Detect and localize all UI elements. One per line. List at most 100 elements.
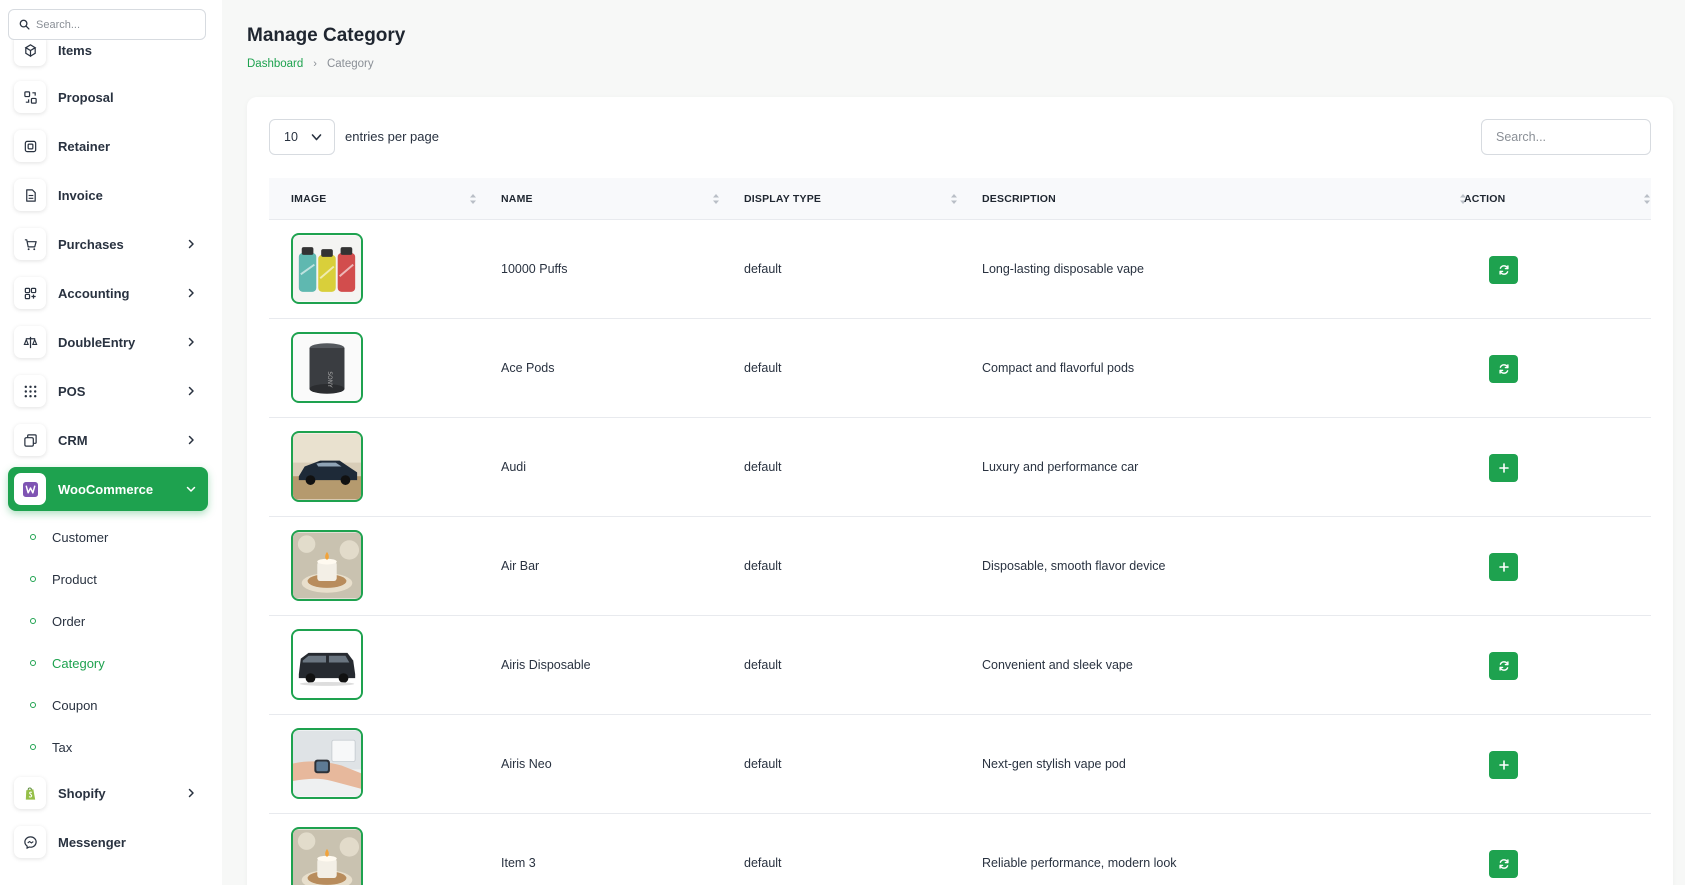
- woocommerce-icon: [14, 473, 46, 505]
- page-title: Manage Category: [247, 25, 406, 46]
- add-category-button[interactable]: [1489, 454, 1518, 482]
- add-category-button[interactable]: [1489, 751, 1518, 779]
- column-header-description[interactable]: DESCRIPTION: [982, 178, 1056, 220]
- sidebar-item-messenger[interactable]: Messenger: [8, 820, 208, 864]
- grid-icon: [14, 375, 46, 407]
- plus-icon: [1498, 760, 1509, 770]
- sync-icon: [1498, 859, 1509, 869]
- sidebar-subitem-label: Tax: [52, 739, 73, 755]
- column-header-image[interactable]: IMAGE: [291, 178, 326, 220]
- breadcrumb-dashboard-link[interactable]: Dashboard: [247, 58, 303, 70]
- sidebar-item-label: CRM: [58, 432, 88, 448]
- table-row: 10000 Puffs default Long-lasting disposabl…: [269, 220, 1651, 319]
- sidebar-item-crm[interactable]: CRM: [8, 418, 208, 462]
- table-header: IMAGE NAME DISPLAY TYPE DESCRIPTION ACTION: [269, 178, 1651, 220]
- category-image: [291, 629, 363, 700]
- column-header-action[interactable]: ACTION: [1464, 178, 1505, 220]
- category-image: [291, 728, 363, 799]
- sidebar-subitem-coupon[interactable]: Coupon: [30, 693, 98, 717]
- sync-category-button[interactable]: [1489, 652, 1518, 680]
- bullet-icon: [30, 660, 36, 666]
- category-image: [291, 530, 363, 601]
- chevron-right-icon: [188, 337, 194, 347]
- table-search-input[interactable]: [1481, 119, 1651, 155]
- breadcrumb: Dashboard › Category: [247, 58, 374, 70]
- sidebar-subitem-category[interactable]: Category: [30, 651, 105, 675]
- svg-text:SONY: SONY: [326, 371, 332, 388]
- chevron-down-icon: [186, 486, 196, 492]
- sidebar-item-accounting[interactable]: Accounting: [8, 271, 208, 315]
- entries-per-page-select[interactable]: 10: [269, 119, 335, 155]
- add-category-button[interactable]: [1489, 553, 1518, 581]
- column-header-display-type[interactable]: DISPLAY TYPE: [744, 178, 821, 220]
- bullet-icon: [30, 618, 36, 624]
- table-row: Air Bar default Disposable, smooth flavor …: [269, 517, 1651, 616]
- category-display-type: default: [744, 559, 782, 573]
- chevron-right-icon: [188, 288, 194, 298]
- category-description: Long-lasting disposable vape: [982, 262, 1144, 276]
- sidebar: Items Proposal Retainer Invoice Purchases Acc…: [0, 0, 222, 885]
- sync-icon: [1498, 364, 1509, 374]
- sidebar-item-purchases[interactable]: Purchases: [8, 222, 208, 266]
- sidebar-item-retainer[interactable]: Retainer: [8, 124, 208, 168]
- sidebar-item-woocommerce[interactable]: WooCommerce: [8, 467, 208, 511]
- table-row: Item 3 default Reliable performance, moder…: [269, 814, 1651, 885]
- category-description: Convenient and sleek vape: [982, 658, 1133, 672]
- category-image: [291, 827, 363, 885]
- category-table-card: 10 entries per page IMAGE NAME DISPLAY TYP…: [247, 97, 1673, 885]
- category-description: Compact and flavorful pods: [982, 361, 1135, 375]
- category-image: SONY: [291, 332, 363, 403]
- sidebar-subitem-tax[interactable]: Tax: [30, 735, 72, 759]
- sidebar-subitem-label: Order: [52, 613, 86, 629]
- sort-icon[interactable]: [712, 193, 720, 205]
- sidebar-item-invoice[interactable]: Invoice: [8, 173, 208, 217]
- sidebar-item-label: DoubleEntry: [58, 334, 136, 350]
- chevron-right-icon: [188, 239, 194, 249]
- sort-icon[interactable]: [950, 193, 958, 205]
- sort-icon[interactable]: [469, 193, 477, 205]
- sidebar-search-input[interactable]: [36, 18, 196, 31]
- cart-icon: [14, 228, 46, 260]
- category-image: [291, 233, 363, 304]
- category-name: Item 3: [501, 856, 536, 870]
- sync-category-button[interactable]: [1489, 256, 1518, 284]
- table-row: Audi default Luxury and performance car: [269, 418, 1651, 517]
- category-name: Air Bar: [501, 559, 540, 573]
- category-display-type: default: [744, 757, 782, 771]
- sidebar-search[interactable]: [8, 9, 206, 40]
- crm-icon: [14, 424, 46, 456]
- bullet-icon: [30, 576, 36, 582]
- chevron-down-icon: [311, 134, 322, 141]
- sidebar-subitem-order[interactable]: Order: [30, 609, 85, 633]
- chevron-right-icon: [188, 386, 194, 396]
- entries-per-page-value: 10: [284, 130, 298, 144]
- invoice-icon: [14, 179, 46, 211]
- category-description: Reliable performance, modern look: [982, 856, 1177, 870]
- category-name: 10000 Puffs: [501, 262, 568, 276]
- bullet-icon: [30, 744, 36, 750]
- sidebar-subitem-product[interactable]: Product: [30, 567, 97, 591]
- sidebar-subitem-customer[interactable]: Customer: [30, 525, 108, 549]
- table-row: Airis Neo default Next-gen stylish vape po…: [269, 715, 1651, 814]
- category-display-type: default: [744, 361, 782, 375]
- category-display-type: default: [744, 856, 782, 870]
- messenger-icon: [14, 826, 46, 858]
- category-name: Airis Disposable: [501, 658, 591, 672]
- category-name: Ace Pods: [501, 361, 555, 375]
- proposal-icon: [14, 81, 46, 113]
- sidebar-item-pos[interactable]: POS: [8, 369, 208, 413]
- table-row: SONY Ace Pods default Compact and flavorful…: [269, 319, 1651, 418]
- category-name: Airis Neo: [501, 757, 552, 771]
- column-header-name[interactable]: NAME: [501, 178, 533, 220]
- sidebar-item-proposal[interactable]: Proposal: [8, 75, 208, 119]
- sidebar-item-shopify[interactable]: Shopify: [8, 771, 208, 815]
- category-description: Next-gen stylish vape pod: [982, 757, 1126, 771]
- sync-category-button[interactable]: [1489, 850, 1518, 878]
- sidebar-item-label: Purchases: [58, 236, 124, 252]
- sidebar-item-doubleentry[interactable]: DoubleEntry: [8, 320, 208, 364]
- category-display-type: default: [744, 658, 782, 672]
- category-image: [291, 431, 363, 502]
- sync-category-button[interactable]: [1489, 355, 1518, 383]
- scale-icon: [14, 326, 46, 358]
- sort-icon[interactable]: [1643, 193, 1651, 205]
